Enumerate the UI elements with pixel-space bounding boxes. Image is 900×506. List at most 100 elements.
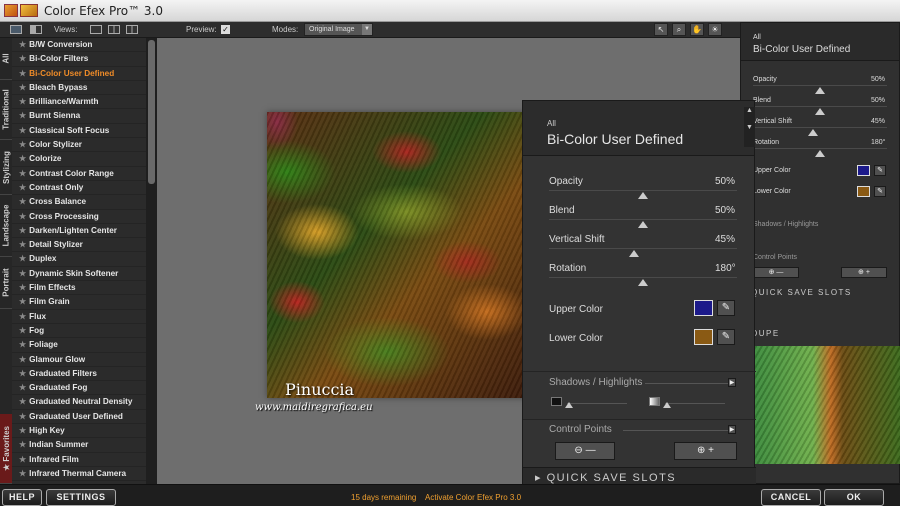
filter-item[interactable]: ★ Fog (12, 324, 146, 339)
lower-color-swatch[interactable] (694, 329, 713, 345)
filter-list-scrollbar[interactable] (146, 38, 157, 484)
slider-track[interactable] (753, 148, 887, 149)
favorite-star-icon[interactable]: ★ (19, 197, 26, 206)
light-tool-icon[interactable]: ☀ (708, 23, 722, 36)
favorite-star-icon[interactable]: ★ (19, 383, 26, 392)
modes-select[interactable]: Original Image ▼ (304, 23, 373, 36)
single-view-icon[interactable] (90, 25, 102, 34)
favorite-star-icon[interactable]: ★ (19, 355, 26, 364)
hand-tool-icon[interactable]: ✋ (690, 23, 704, 36)
pointer-tool-icon[interactable]: ↖ (654, 23, 668, 36)
favorite-star-icon[interactable]: ★ (19, 40, 26, 49)
quick-save-bar[interactable]: ▸ QUICK SAVE SLOTS (523, 467, 756, 485)
filter-item[interactable]: ★ Graduated Neutral Density (12, 395, 146, 410)
slider-handle[interactable] (815, 87, 825, 94)
filter-item[interactable]: ★ Bi-Color Filters (12, 52, 146, 67)
quick-save-slots-label[interactable]: QUICK SAVE SLOTS (751, 288, 852, 297)
tab-all[interactable]: All (0, 38, 12, 80)
filter-item[interactable]: ★ Classical Soft Focus (12, 124, 146, 139)
filter-item[interactable]: ★ Bleach Bypass (12, 81, 146, 96)
favorite-star-icon[interactable]: ★ (19, 312, 26, 321)
shadows-slider-handle[interactable] (565, 402, 573, 408)
favorite-star-icon[interactable]: ★ (19, 397, 26, 406)
favorite-star-icon[interactable]: ★ (19, 97, 26, 106)
filter-item[interactable]: ★ Dynamic Skin Softener (12, 267, 146, 282)
filter-item[interactable]: ★ Film Effects (12, 281, 146, 296)
add-control-point-button[interactable]: ⊕ + (841, 267, 887, 278)
help-button[interactable]: HELP (2, 489, 42, 506)
favorite-star-icon[interactable]: ★ (19, 240, 26, 249)
slider-handle[interactable] (815, 150, 825, 157)
filter-item[interactable]: ★ Color Stylizer (12, 138, 146, 153)
favorite-star-icon[interactable]: ★ (19, 254, 26, 263)
favorite-star-icon[interactable]: ★ (19, 283, 26, 292)
slider-track[interactable] (549, 248, 737, 249)
favorite-star-icon[interactable]: ★ (19, 326, 26, 335)
split-preview-icon[interactable] (108, 25, 120, 34)
preview-checkbox[interactable]: ✓ (221, 25, 230, 34)
filter-item[interactable]: ★ Brilliance/Warmth (12, 95, 146, 110)
favorite-star-icon[interactable]: ★ (19, 111, 26, 120)
favorite-star-icon[interactable]: ★ (19, 469, 26, 478)
slider-handle[interactable] (628, 250, 639, 257)
filter-item[interactable]: ★ Colorize (12, 152, 146, 167)
filter-item[interactable]: ★ Cross Balance (12, 195, 146, 210)
split-view-icon[interactable] (10, 25, 22, 34)
slider-track[interactable] (549, 277, 737, 278)
filter-item[interactable]: ★ Bi-Color User Defined (12, 67, 146, 81)
tab-portrait[interactable]: Portrait (0, 257, 12, 309)
activate-link[interactable]: Activate Color Efex Pro 3.0 (425, 493, 521, 502)
slider-track[interactable] (753, 85, 887, 86)
filter-item[interactable]: ★ Detail Stylizer (12, 238, 146, 253)
filter-item[interactable]: ★ Duplex (12, 252, 146, 267)
filter-item[interactable]: ★ Flux (12, 310, 146, 324)
filter-item[interactable]: ★ Contrast Only (12, 181, 146, 196)
expand-arrow-icon[interactable]: ▶ (728, 378, 736, 387)
filter-item[interactable]: ★ Film Grain (12, 295, 146, 310)
scrollbar-thumb[interactable] (148, 40, 155, 184)
add-control-point-button[interactable]: ⊕ + (674, 442, 737, 460)
favorite-star-icon[interactable]: ★ (19, 226, 26, 235)
favorite-star-icon[interactable]: ★ (19, 455, 26, 464)
favorite-star-icon[interactable]: ★ (19, 140, 26, 149)
filter-item[interactable]: ★ Indian Summer (12, 438, 146, 453)
favorite-star-icon[interactable]: ★ (19, 169, 26, 178)
remove-control-point-button[interactable]: ⊖ — (555, 442, 615, 460)
filter-item[interactable]: ★ Graduated Filters (12, 367, 146, 382)
favorite-star-icon[interactable]: ★ (19, 426, 26, 435)
settings-button[interactable]: SETTINGS (46, 489, 116, 506)
arrow-up-icon[interactable]: ▲ (744, 107, 755, 114)
expand-arrow-icon[interactable]: ▶ (728, 425, 736, 434)
favorite-star-icon[interactable]: ★ (19, 297, 26, 306)
favorite-star-icon[interactable]: ★ (19, 340, 26, 349)
slider-handle[interactable] (808, 129, 819, 136)
filter-item[interactable]: ★ B/W Conversion (12, 38, 146, 53)
slider-handle[interactable] (638, 192, 648, 199)
favorite-star-icon[interactable]: ★ (19, 212, 26, 221)
favorite-star-icon[interactable]: ★ (19, 369, 26, 378)
favorite-star-icon[interactable]: ★ (19, 83, 26, 92)
favorite-star-icon[interactable]: ★ (19, 54, 26, 63)
cancel-button[interactable]: CANCEL (761, 489, 821, 506)
slider-handle[interactable] (638, 221, 648, 228)
add-control-point-button[interactable]: ⊕ — (753, 267, 799, 278)
favorite-star-icon[interactable]: ★ (19, 183, 26, 192)
tab-stylizing[interactable]: Stylizing (0, 140, 12, 195)
filter-item[interactable]: ★ Darken/Lighten Center (12, 224, 146, 239)
arrow-down-icon[interactable]: ▼ (744, 124, 755, 131)
filter-item[interactable]: ★ Infrared Film (12, 453, 146, 467)
filter-item[interactable]: ★ Graduated Fog (12, 381, 146, 396)
filter-item[interactable]: ★ Glamour Glow (12, 353, 146, 367)
sidebar-toggle-icon[interactable] (30, 25, 42, 34)
upper-color-swatch[interactable] (857, 165, 870, 176)
ok-button[interactable]: OK (824, 489, 884, 506)
filter-item[interactable]: ★ Cross Processing (12, 210, 146, 224)
favorite-star-icon[interactable]: ★ (19, 440, 26, 449)
side-by-side-icon[interactable] (126, 25, 138, 34)
panel-scroll-arrows[interactable]: ▲ ▼ (744, 107, 755, 147)
slider-handle[interactable] (638, 279, 648, 286)
filter-item[interactable]: ★ High Key (12, 424, 146, 439)
filter-item[interactable]: ★ Contrast Color Range (12, 167, 146, 181)
slider-handle[interactable] (815, 108, 825, 115)
slider-track[interactable] (753, 127, 887, 128)
